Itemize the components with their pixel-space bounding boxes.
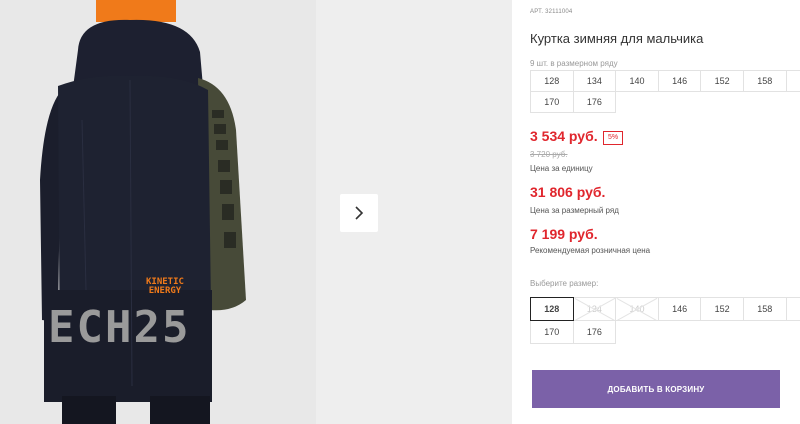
- size-range-cell: 176: [572, 91, 617, 113]
- size-range-table: 128 134 140 146 152 158 164 170 176: [530, 70, 800, 113]
- add-to-cart-button[interactable]: ДОБАВИТЬ В КОРЗИНУ: [532, 370, 780, 408]
- size-option-128[interactable]: 128: [530, 297, 574, 321]
- unit-price: 3 534 руб.: [530, 128, 598, 144]
- size-option-158[interactable]: 158: [742, 297, 787, 321]
- size-range-cell: 140: [615, 70, 659, 92]
- size-selector: 128 134 140 146 152 158 164 170 176: [530, 297, 800, 344]
- size-option-176[interactable]: 176: [572, 320, 617, 344]
- article-number: АРТ. 32111004: [530, 9, 573, 15]
- size-option-140: 140: [615, 297, 659, 321]
- retail-price: 7 199 руб.: [530, 226, 598, 242]
- size-option-134: 134: [572, 297, 617, 321]
- size-option-146[interactable]: 146: [657, 297, 702, 321]
- product-title: Куртка зимняя для мальчика: [530, 31, 704, 46]
- old-price: 3 720 руб.: [530, 150, 568, 159]
- row-price: 31 806 руб.: [530, 184, 606, 200]
- size-range-cell: 146: [657, 70, 702, 92]
- size-range-cell: 128: [530, 70, 574, 92]
- size-range-cell: 164: [785, 70, 800, 92]
- size-option-164[interactable]: 164: [785, 297, 800, 321]
- pack-note: 9 шт. в размерном ряду: [530, 59, 618, 68]
- size-option-152[interactable]: 152: [700, 297, 744, 321]
- discount-badge: 5%: [603, 131, 624, 145]
- big-reflective-print: ECH25: [48, 302, 191, 353]
- size-range-cell: 134: [572, 70, 617, 92]
- product-gallery: KINETIC ENERGY ECH25: [0, 0, 512, 424]
- retail-price-caption: Рекомендуемая розничная цена: [530, 246, 651, 255]
- product-photo: KINETIC ENERGY ECH25: [0, 0, 316, 424]
- row-price-caption: Цена за размерный ряд: [530, 206, 619, 215]
- chevron-right-icon: [355, 206, 364, 220]
- size-range-cell: 152: [700, 70, 744, 92]
- next-image-button[interactable]: [340, 194, 378, 232]
- size-option-170[interactable]: 170: [530, 320, 574, 344]
- choose-size-label: Выберите размер:: [530, 279, 599, 288]
- size-range-cell: 170: [530, 91, 574, 113]
- print-line-2: ENERGY: [148, 286, 182, 296]
- size-range-cell: 158: [742, 70, 787, 92]
- unit-price-caption: Цена за единицу: [530, 164, 593, 173]
- orange-print: KINETIC ENERGY: [146, 278, 184, 296]
